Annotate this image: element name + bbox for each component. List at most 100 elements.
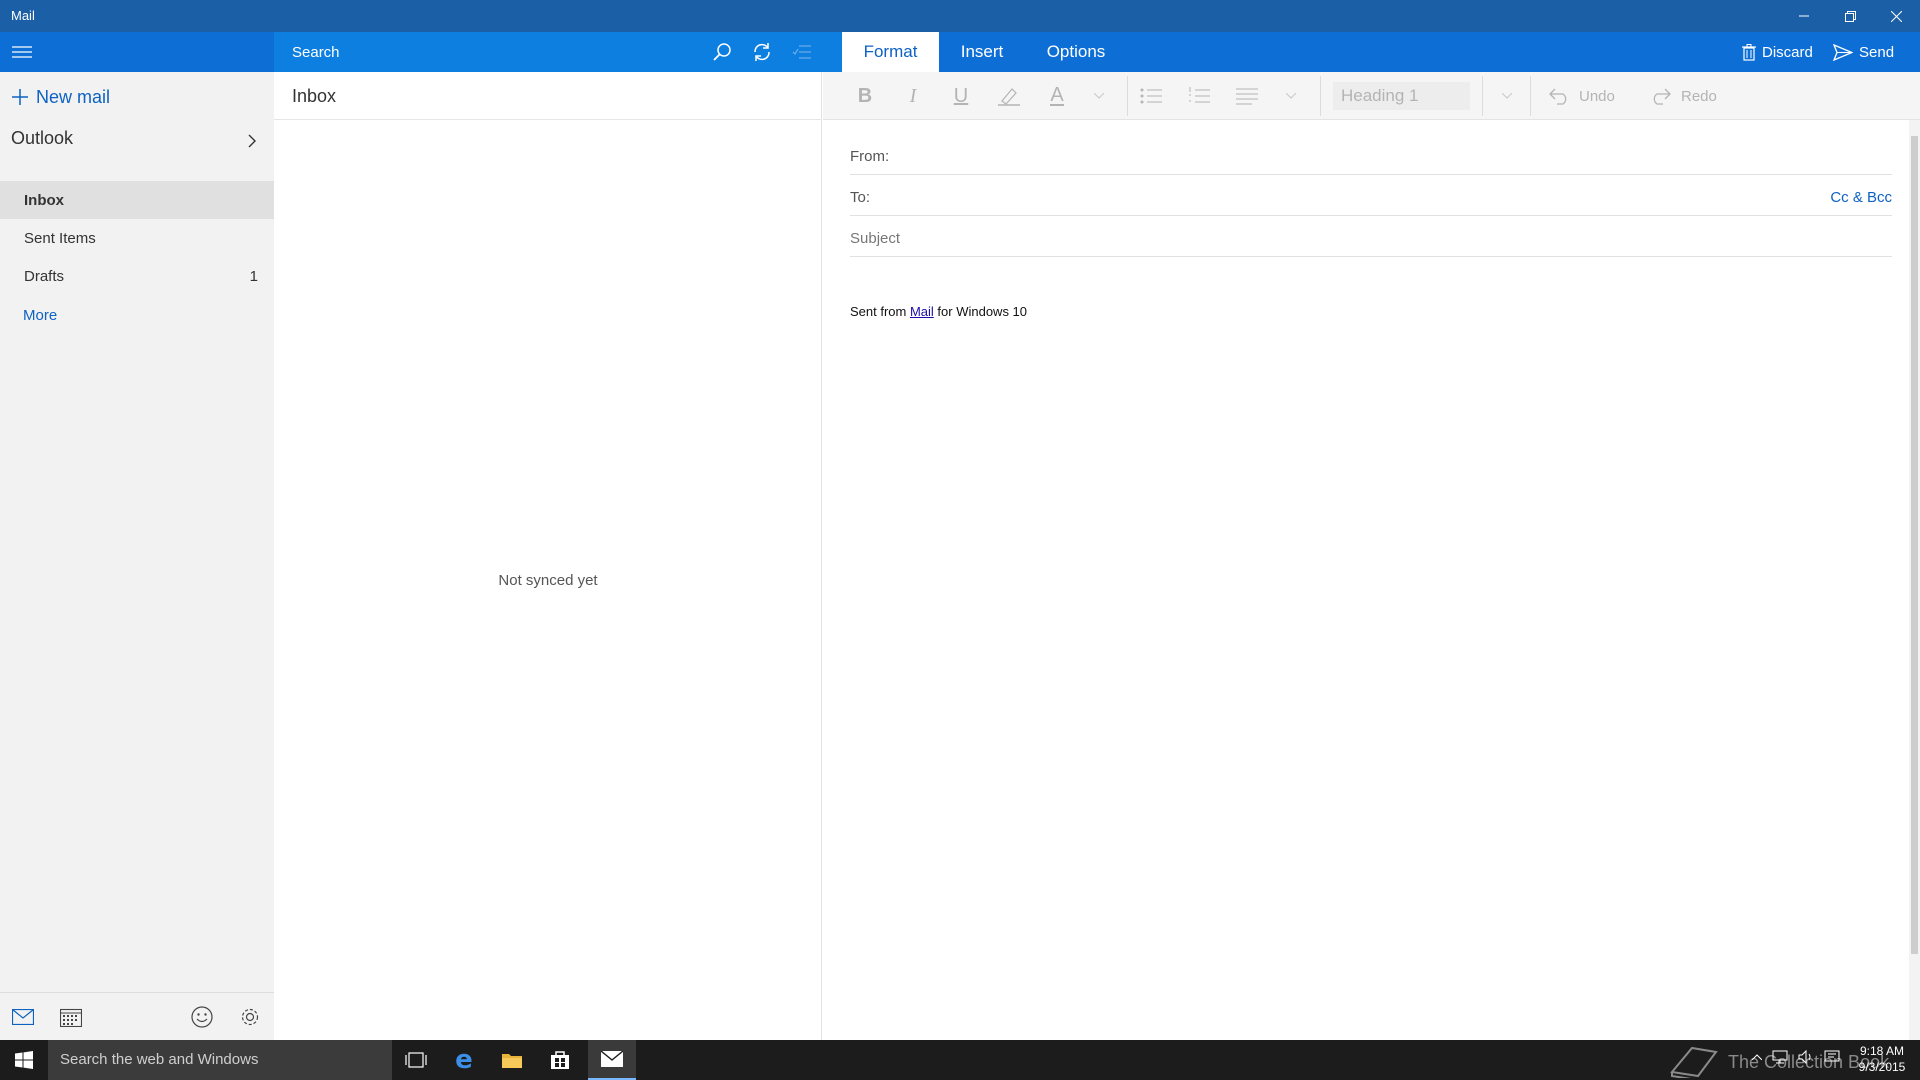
mail-link[interactable]: Mail — [910, 304, 934, 319]
align-button[interactable] — [1235, 84, 1259, 108]
account-name[interactable]: Outlook — [11, 128, 73, 149]
new-mail-button[interactable]: New mail — [12, 84, 110, 110]
search-button[interactable] — [710, 40, 734, 64]
compose-pane: B I U A Heading 1 Undo Redo From: To: Cc… — [823, 72, 1920, 1040]
taskbar-search-box[interactable]: Search the web and Windows — [48, 1040, 392, 1080]
toolbar-divider — [1482, 76, 1483, 116]
redo-button[interactable]: Redo — [1649, 84, 1717, 108]
paragraph-options-dropdown[interactable] — [1283, 84, 1299, 108]
settings-button[interactable] — [238, 1005, 262, 1029]
redo-label: Redo — [1681, 87, 1717, 105]
tab-insert[interactable]: Insert — [950, 32, 1014, 72]
cc-bcc-link[interactable]: Cc & Bcc — [1830, 189, 1892, 206]
folder-count: 1 — [249, 268, 258, 285]
close-button[interactable] — [1873, 0, 1919, 32]
highlight-button[interactable] — [997, 84, 1021, 108]
undo-label: Undo — [1579, 87, 1615, 105]
bullets-button[interactable] — [1139, 84, 1163, 108]
folder-label: Drafts — [24, 268, 65, 285]
selection-mode-button[interactable] — [790, 40, 814, 64]
chevron-up-icon[interactable] — [1752, 1054, 1762, 1060]
trash-icon — [1742, 43, 1756, 61]
clock-time: 9:18 AM — [1859, 1044, 1905, 1058]
tab-options[interactable]: Options — [1034, 32, 1118, 72]
folder-drafts[interactable]: Drafts 1 — [0, 257, 274, 295]
mail-switch-button[interactable] — [11, 1005, 35, 1029]
folder-sent-items[interactable]: Sent Items — [0, 219, 274, 257]
font-options-dropdown[interactable] — [1091, 84, 1107, 108]
calendar-icon — [60, 1007, 82, 1027]
to-label: To: — [850, 189, 871, 206]
folder-icon — [501, 1051, 523, 1069]
underline-icon: U — [953, 84, 969, 107]
font-color-icon: A — [1050, 84, 1064, 106]
folder-inbox[interactable]: Inbox — [0, 181, 274, 219]
send-button[interactable]: Send — [1833, 32, 1894, 72]
style-dropdown[interactable] — [1499, 84, 1515, 108]
bold-icon: B — [857, 84, 873, 107]
subject-placeholder: Subject — [850, 230, 901, 247]
navigation-pane: New mail Outlook Inbox Sent Items Drafts… — [0, 72, 274, 1040]
discard-button[interactable]: Discard — [1742, 32, 1813, 72]
scrollbar-thumb[interactable] — [1911, 136, 1918, 954]
align-left-icon — [1236, 87, 1258, 105]
mail-app-button[interactable] — [588, 1040, 636, 1080]
subject-field[interactable]: Subject — [850, 216, 1892, 257]
calendar-switch-button[interactable] — [59, 1005, 83, 1029]
sync-icon — [751, 41, 773, 63]
search-bar[interactable]: Search — [274, 32, 842, 72]
edge-icon: e — [455, 1045, 473, 1075]
undo-button[interactable]: Undo — [1547, 84, 1615, 108]
file-explorer-button[interactable] — [488, 1040, 536, 1080]
close-icon — [1890, 10, 1902, 22]
search-icon — [712, 42, 732, 62]
toolbar-divider — [1530, 76, 1531, 116]
list-divider — [274, 119, 822, 120]
network-icon[interactable] — [1772, 1050, 1788, 1064]
folder-title: Inbox — [292, 86, 337, 106]
hamburger-menu-button[interactable] — [10, 40, 34, 64]
window-title: Mail — [11, 8, 35, 23]
send-icon — [1833, 43, 1853, 61]
chevron-right-icon[interactable] — [248, 134, 256, 148]
store-button[interactable] — [536, 1040, 584, 1080]
bullet-list-icon — [1140, 87, 1162, 105]
italic-button[interactable]: I — [901, 84, 925, 108]
task-view-button[interactable] — [392, 1040, 440, 1080]
restore-button[interactable] — [1827, 0, 1873, 32]
start-button[interactable] — [0, 1040, 48, 1080]
italic-icon: I — [909, 84, 917, 107]
style-selector[interactable]: Heading 1 — [1333, 82, 1470, 110]
book-icon — [1668, 1046, 1720, 1078]
folder-label: Sent Items — [24, 230, 96, 247]
chevron-down-icon — [1286, 93, 1296, 99]
search-input[interactable]: Search — [292, 44, 340, 61]
feedback-button[interactable] — [190, 1005, 214, 1029]
clock[interactable]: 9:18 AM 9/3/2015 — [1856, 1043, 1908, 1075]
hamburger-icon — [11, 44, 33, 60]
edge-browser-button[interactable]: e — [440, 1040, 488, 1080]
to-field[interactable]: To: Cc & Bcc — [850, 175, 1892, 216]
from-field[interactable]: From: — [850, 134, 1892, 175]
numbering-button[interactable] — [1187, 84, 1211, 108]
toolbar-divider — [1127, 76, 1128, 116]
windows-logo-icon — [15, 1051, 33, 1069]
discard-label: Discard — [1762, 43, 1813, 61]
restore-icon — [1844, 10, 1856, 22]
more-folders-link[interactable]: More — [23, 307, 57, 324]
mail-icon — [12, 1009, 34, 1025]
volume-icon[interactable] — [1798, 1050, 1814, 1064]
minimize-button[interactable] — [1781, 0, 1827, 32]
compose-header: Format Insert Options Discard Send — [842, 32, 1920, 72]
bold-button[interactable]: B — [853, 84, 877, 108]
underline-button[interactable]: U — [949, 84, 973, 108]
system-tray — [1752, 1050, 1840, 1064]
notification-icon[interactable] — [1824, 1050, 1840, 1064]
numbered-list-icon — [1188, 87, 1210, 105]
title-bar: Mail — [0, 0, 1920, 32]
message-body[interactable]: Sent from Mail for Windows 10 — [850, 304, 1027, 319]
compose-scrollbar[interactable] — [1909, 120, 1920, 1040]
tab-format[interactable]: Format — [842, 32, 939, 72]
font-color-button[interactable]: A — [1045, 84, 1069, 108]
sync-button[interactable] — [750, 40, 774, 64]
